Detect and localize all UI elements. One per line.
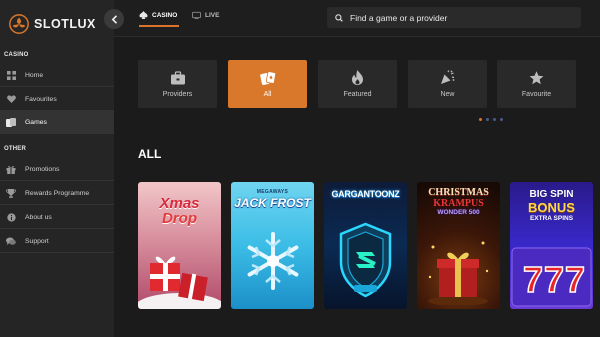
game-title-line: Drop: [162, 210, 197, 227]
game-title-line: BONUS: [528, 200, 575, 215]
pagination-dot[interactable]: [500, 118, 503, 121]
category-providers[interactable]: Providers: [138, 60, 217, 108]
logo-mark-icon: [9, 14, 29, 34]
game-card-xmas-drop[interactable]: Xmas Drop: [138, 182, 221, 309]
heart-icon: [5, 93, 17, 105]
category-label: Featured: [343, 90, 372, 98]
sidebar-item-label: Home: [25, 71, 44, 79]
section-label-casino: CASINO: [4, 52, 29, 58]
sidebar-item-label: Promotions: [25, 165, 60, 173]
sidebar-item-label: Support: [25, 237, 49, 245]
sidebar-item-support[interactable]: Support: [0, 230, 114, 253]
sidebar-item-label: Favourites: [25, 95, 57, 103]
shield-art: [339, 222, 392, 298]
tab-casino[interactable]: CASINO: [139, 11, 177, 19]
sidebar-item-promotions[interactable]: Promotions: [0, 158, 114, 181]
snowflake-icon: [247, 232, 299, 290]
sidebar-item-label: Rewards Programme: [25, 189, 90, 197]
brand-name: SLOTLUX: [34, 17, 96, 31]
category-label: All: [263, 90, 272, 98]
pagination-dot[interactable]: [493, 118, 496, 121]
trophy-icon: [5, 187, 17, 199]
cards-icon: [5, 116, 17, 128]
game-title: MEGAWAYS JACK FROST: [231, 189, 314, 210]
game-title: BIG SPIN BONUS EXTRA SPINS: [510, 190, 593, 223]
party-icon: [440, 70, 456, 85]
briefcase-icon: [170, 70, 186, 85]
tab-live[interactable]: LIVE: [192, 11, 219, 19]
category-featured[interactable]: Featured: [318, 60, 397, 108]
carousel-pagination: [479, 118, 503, 121]
game-title-line: JACK FROST: [234, 196, 311, 210]
sidebar-item-label: Games: [25, 118, 47, 126]
info-icon: [5, 211, 17, 223]
star-icon: [529, 70, 545, 85]
game-title-line: CHRISTMAS: [428, 187, 489, 198]
game-card-christmas-krampus[interactable]: CHRISTMAS KRAMPUS WONDER 500: [417, 182, 500, 309]
category-new[interactable]: New: [408, 60, 487, 108]
gift-box-art: [138, 256, 221, 309]
category-all[interactable]: All: [228, 60, 307, 108]
search-placeholder: Find a game or a provider: [350, 12, 448, 23]
game-card-jack-frost[interactable]: MEGAWAYS JACK FROST: [231, 182, 314, 309]
sidebar-item-favourites[interactable]: Favourites: [0, 88, 114, 111]
game-card-gargantoonz[interactable]: GARGANTOONZ: [324, 182, 407, 309]
collapse-sidebar-button[interactable]: [104, 9, 124, 29]
search-icon: [335, 13, 343, 22]
tv-icon: [192, 11, 201, 19]
game-title: Xmas Drop: [138, 196, 221, 226]
category-label: New: [440, 90, 455, 98]
game-title-line: WONDER 500: [437, 209, 480, 216]
triple-seven-art: 7 7 7: [511, 247, 592, 307]
game-title-line: EXTRA SPINS: [529, 215, 574, 222]
section-label-other: OTHER: [4, 146, 26, 152]
category-favourite[interactable]: Favourite: [497, 60, 576, 108]
brand-logo[interactable]: SLOTLUX: [8, 10, 96, 38]
game-title-line: Xmas: [159, 195, 200, 212]
sidebar-item-rewards-programme[interactable]: Rewards Programme: [0, 182, 114, 205]
sidebar-item-home[interactable]: Home: [0, 64, 114, 87]
sidebar: SLOTLUX CASINO Home Favourites Games OTH…: [0, 0, 114, 337]
game-card-big-spin-bonus[interactable]: BIG SPIN BONUS EXTRA SPINS 7 7 7: [510, 182, 593, 309]
game-title-line: GARGANTOONZ: [331, 189, 400, 199]
spade-icon: [139, 11, 148, 19]
search-input[interactable]: Find a game or a provider: [327, 7, 581, 28]
tab-label: CASINO: [152, 11, 178, 19]
svg-text:7: 7: [544, 259, 564, 300]
tab-label: LIVE: [205, 11, 220, 19]
game-title-line: KRAMPUS: [433, 198, 484, 209]
cards-icon: [259, 70, 276, 85]
game-title-line: BIG SPIN: [529, 189, 574, 200]
sidebar-item-games[interactable]: Games: [0, 111, 114, 134]
category-label: Favourite: [521, 90, 552, 98]
active-tab-indicator: [139, 25, 179, 27]
svg-text:7: 7: [523, 259, 543, 300]
section-title: ALL: [138, 147, 162, 161]
pagination-dot[interactable]: [479, 118, 482, 121]
sidebar-item-label: About us: [25, 213, 52, 221]
top-bar: CASINO LIVE Find a game or a provider: [114, 0, 600, 37]
sidebar-item-about-us[interactable]: About us: [0, 206, 114, 229]
chat-icon: [5, 235, 17, 247]
present-art: [428, 241, 489, 305]
svg-text:7: 7: [565, 259, 585, 300]
category-label: Providers: [162, 90, 193, 98]
grid-icon: [5, 69, 17, 81]
game-title: CHRISTMAS KRAMPUS WONDER 500: [417, 188, 500, 217]
pagination-dot[interactable]: [486, 118, 489, 121]
gift-icon: [5, 163, 17, 175]
flame-icon: [350, 70, 366, 85]
game-title: GARGANTOONZ: [324, 190, 407, 199]
game-title-line: MEGAWAYS: [256, 189, 289, 195]
chevron-left-icon: [111, 14, 117, 24]
